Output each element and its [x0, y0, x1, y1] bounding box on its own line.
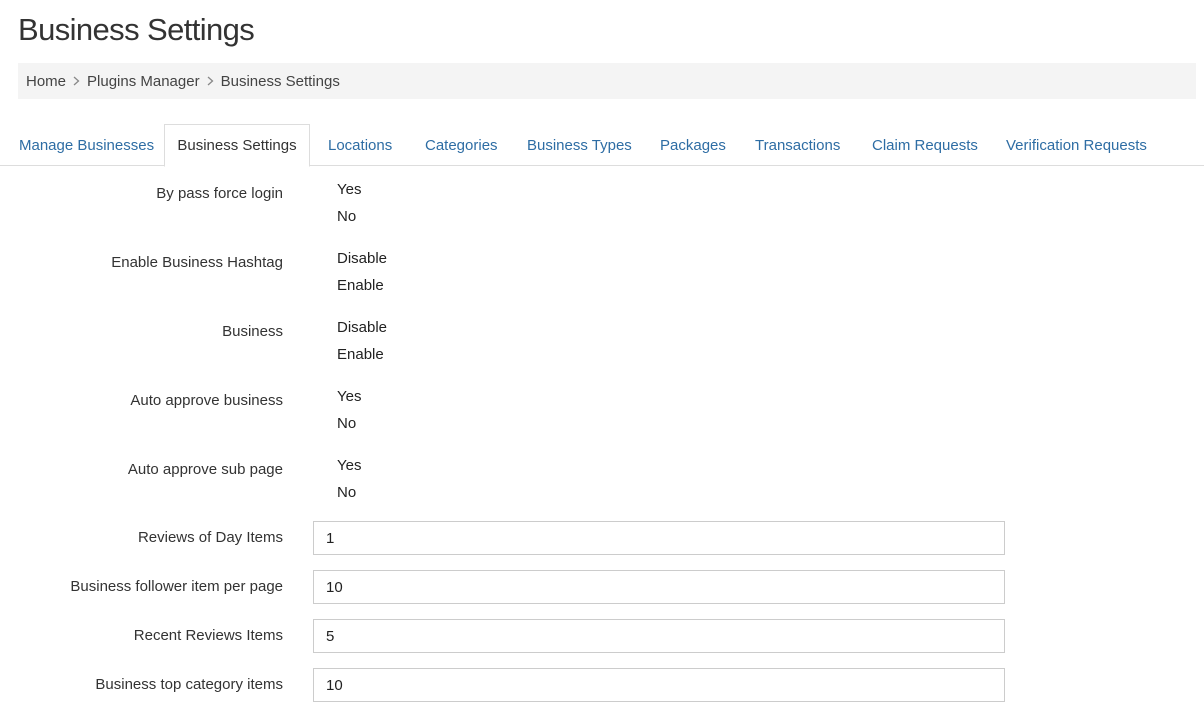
tab-categories[interactable]: Categories — [425, 124, 498, 166]
tab-locations[interactable]: Locations — [328, 124, 392, 166]
setting-label: Business — [222, 323, 283, 340]
option-disable[interactable]: Disable — [337, 319, 387, 336]
breadcrumb-plugins-manager[interactable]: Plugins Manager — [87, 73, 200, 90]
option-no[interactable]: No — [337, 208, 356, 225]
tab-verification-requests[interactable]: Verification Requests — [1006, 124, 1147, 166]
setting-label: Auto approve sub page — [127, 461, 283, 478]
reviews-of-day-input[interactable] — [313, 521, 1005, 555]
option-no[interactable]: No — [337, 415, 356, 432]
page-title: Business Settings — [18, 12, 255, 47]
chevron-right-icon — [207, 76, 214, 86]
breadcrumb-home[interactable]: Home — [26, 73, 66, 90]
follower-per-page-input[interactable] — [313, 570, 1005, 604]
setting-label: Business follower item per page — [70, 578, 283, 595]
recent-reviews-input[interactable] — [313, 619, 1005, 653]
tab-claim-requests[interactable]: Claim Requests — [872, 124, 978, 166]
option-yes[interactable]: Yes — [337, 388, 361, 405]
chevron-right-icon — [73, 76, 80, 86]
tab-transactions[interactable]: Transactions — [755, 124, 840, 166]
setting-label: Recent Reviews Items — [133, 627, 283, 644]
tab-business-settings[interactable]: Business Settings — [164, 124, 310, 167]
breadcrumb: Home Plugins Manager Business Settings — [18, 63, 1196, 99]
option-yes[interactable]: Yes — [337, 457, 361, 474]
tab-business-types[interactable]: Business Types — [527, 124, 632, 166]
option-yes[interactable]: Yes — [337, 181, 361, 198]
setting-label: Reviews of Day Items — [137, 529, 283, 546]
tab-manage-businesses[interactable]: Manage Businesses — [19, 124, 154, 166]
tab-bar: Manage Businesses Business Settings Loca… — [0, 124, 1204, 167]
setting-label: Enable Business Hashtag — [111, 254, 283, 271]
option-no[interactable]: No — [337, 484, 356, 501]
tab-packages[interactable]: Packages — [660, 124, 726, 166]
setting-label: Business top category items — [95, 676, 283, 693]
setting-label: Auto approve business — [130, 392, 283, 409]
option-enable[interactable]: Enable — [337, 346, 384, 363]
option-disable[interactable]: Disable — [337, 250, 387, 267]
option-enable[interactable]: Enable — [337, 277, 384, 294]
breadcrumb-current: Business Settings — [220, 72, 340, 90]
top-category-items-input[interactable] — [313, 668, 1005, 702]
setting-label: By pass force login — [156, 185, 283, 202]
